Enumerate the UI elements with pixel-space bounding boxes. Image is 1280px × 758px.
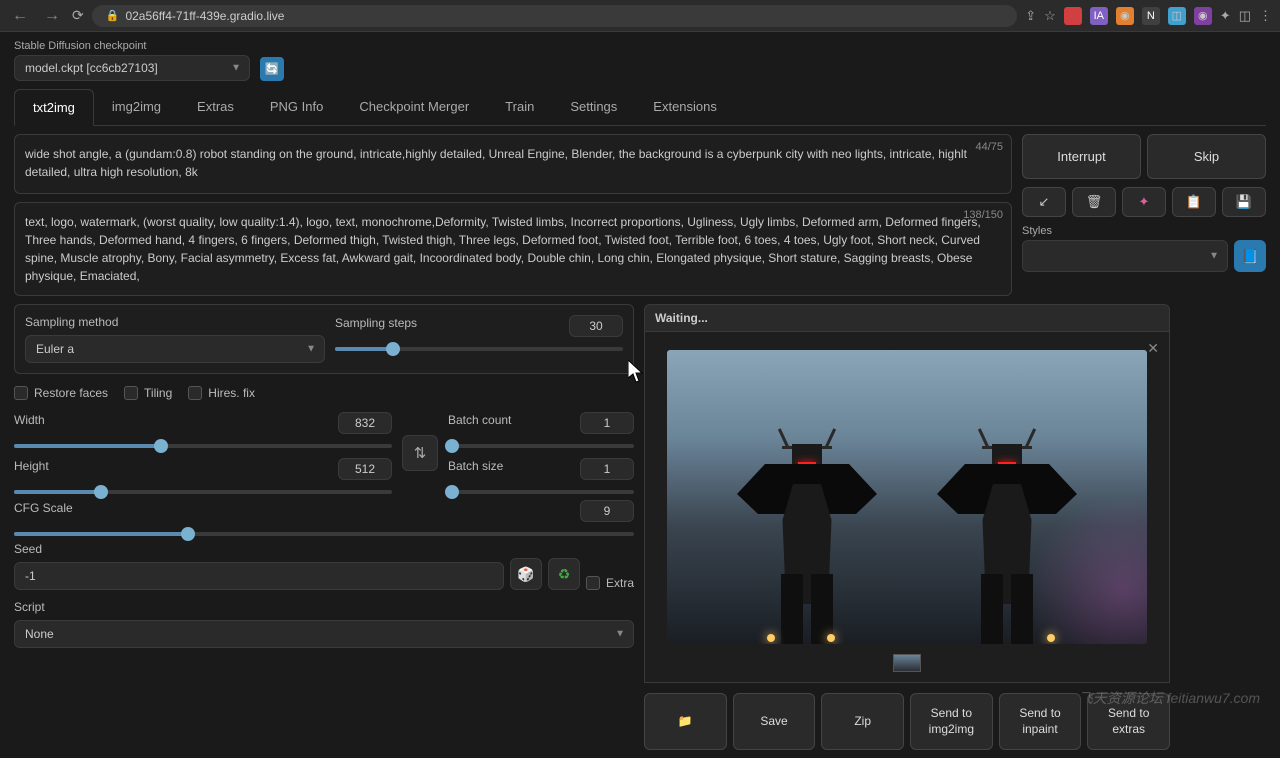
- tab-pnginfo[interactable]: PNG Info: [252, 89, 341, 125]
- zip-button[interactable]: Zip: [821, 693, 904, 750]
- tab-train[interactable]: Train: [487, 89, 552, 125]
- batch-size-slider[interactable]: [448, 490, 634, 494]
- forward-icon[interactable]: →: [40, 7, 64, 25]
- chevron-down-icon: ▼: [231, 63, 241, 74]
- card-button[interactable]: 📋: [1172, 187, 1216, 217]
- prompt-token-count: 44/75: [975, 139, 1003, 156]
- puzzle-icon[interactable]: ✦: [1220, 8, 1231, 24]
- neg-prompt-token-count: 138/150: [963, 207, 1003, 224]
- sampling-steps-label: Sampling steps: [335, 316, 417, 330]
- menu-icon[interactable]: ⋮: [1259, 8, 1272, 24]
- reuse-seed-button[interactable]: ♻: [548, 558, 580, 590]
- tiling-checkbox[interactable]: Tiling: [124, 386, 172, 400]
- ext-icon-3[interactable]: ◉: [1116, 7, 1134, 25]
- tab-txt2img[interactable]: txt2img: [14, 89, 94, 126]
- chevron-down-icon: ▼: [1209, 251, 1219, 262]
- reload-icon[interactable]: ⟳: [72, 7, 84, 24]
- ext-icon-5[interactable]: ◫: [1168, 7, 1186, 25]
- tab-img2img[interactable]: img2img: [94, 89, 179, 125]
- width-slider[interactable]: [14, 444, 392, 448]
- open-folder-button[interactable]: 📁: [644, 693, 727, 750]
- checkpoint-select[interactable]: model.ckpt [cc6cb27103] ▼: [14, 55, 250, 81]
- ext-icon-2[interactable]: IA: [1090, 7, 1108, 25]
- ext-icon-1[interactable]: [1064, 7, 1082, 25]
- tab-settings[interactable]: Settings: [552, 89, 635, 125]
- checkpoint-label: Stable Diffusion checkpoint: [14, 40, 250, 52]
- sampling-method-select[interactable]: Euler a ▼: [25, 335, 325, 363]
- panel-icon[interactable]: ◫: [1239, 8, 1251, 24]
- main-tabs: txt2img img2img Extras PNG Info Checkpoi…: [14, 89, 1266, 126]
- send-img2img-button[interactable]: Send to img2img: [910, 693, 993, 750]
- tab-extras[interactable]: Extras: [179, 89, 252, 125]
- ext-icon-4[interactable]: N: [1142, 7, 1160, 25]
- chevron-down-icon: ▼: [615, 629, 625, 640]
- width-label: Width: [14, 413, 45, 427]
- save-style-button[interactable]: 💾: [1222, 187, 1266, 217]
- extra-seed-checkbox[interactable]: Extra: [586, 576, 634, 590]
- extra-networks-button[interactable]: ✦: [1122, 187, 1166, 217]
- batch-count-value[interactable]: 1: [580, 412, 634, 434]
- save-button[interactable]: Save: [733, 693, 816, 750]
- script-select[interactable]: None ▼: [14, 620, 634, 648]
- star-icon[interactable]: ☆: [1044, 8, 1056, 24]
- sampling-method-label: Sampling method: [25, 315, 325, 329]
- output-image[interactable]: [667, 350, 1147, 644]
- tab-merger[interactable]: Checkpoint Merger: [341, 89, 487, 125]
- clear-prompt-button[interactable]: 🗑: [1072, 187, 1116, 217]
- cfg-slider[interactable]: [14, 532, 634, 536]
- back-icon[interactable]: ←: [8, 7, 32, 25]
- url-bar[interactable]: 🔒 02a56ff4-71ff-439e.gradio.live: [92, 5, 1018, 27]
- chevron-down-icon: ▼: [306, 344, 316, 355]
- skip-button[interactable]: Skip: [1147, 134, 1266, 179]
- apply-style-button[interactable]: 📘: [1234, 240, 1266, 272]
- batch-size-label: Batch size: [448, 459, 503, 473]
- interrupt-button[interactable]: Interrupt: [1022, 134, 1141, 179]
- width-value[interactable]: 832: [338, 412, 392, 434]
- sampling-steps-slider[interactable]: [335, 347, 623, 351]
- tab-extensions[interactable]: Extensions: [635, 89, 735, 125]
- ext-icon-6[interactable]: ◉: [1194, 7, 1212, 25]
- prompt-input[interactable]: 44/75 wide shot angle, a (gundam:0.8) ro…: [14, 134, 1012, 194]
- close-icon[interactable]: ✕: [1147, 340, 1159, 357]
- watermark: 飞天资源论坛 feitianwu7.com: [1079, 688, 1260, 708]
- random-seed-button[interactable]: 🎲: [510, 558, 542, 590]
- seed-label: Seed: [14, 542, 504, 556]
- url-text: 02a56ff4-71ff-439e.gradio.live: [125, 9, 284, 23]
- hires-fix-checkbox[interactable]: Hires. fix: [188, 386, 255, 400]
- swap-dimensions-button[interactable]: ⇅: [402, 435, 438, 471]
- output-thumbnail[interactable]: [893, 654, 921, 672]
- read-params-button[interactable]: ↙: [1022, 187, 1066, 217]
- cfg-label: CFG Scale: [14, 501, 73, 515]
- batch-count-label: Batch count: [448, 413, 511, 427]
- height-value[interactable]: 512: [338, 458, 392, 480]
- batch-count-slider[interactable]: [448, 444, 634, 448]
- share-icon[interactable]: ⇪: [1025, 8, 1036, 24]
- restore-faces-checkbox[interactable]: Restore faces: [14, 386, 108, 400]
- negative-prompt-input[interactable]: 138/150 text, logo, watermark, (worst qu…: [14, 202, 1012, 296]
- height-slider[interactable]: [14, 490, 392, 494]
- height-label: Height: [14, 459, 49, 473]
- styles-select[interactable]: ▼: [1022, 240, 1228, 272]
- batch-size-value[interactable]: 1: [580, 458, 634, 480]
- sampling-steps-value[interactable]: 30: [569, 315, 623, 337]
- seed-input[interactable]: [14, 562, 504, 590]
- output-gallery: ✕: [644, 332, 1170, 683]
- refresh-checkpoint-button[interactable]: 🔄: [260, 57, 284, 81]
- lock-icon: 🔒: [106, 9, 120, 22]
- script-label: Script: [14, 600, 634, 614]
- cfg-value[interactable]: 9: [580, 500, 634, 522]
- styles-label: Styles: [1022, 225, 1228, 237]
